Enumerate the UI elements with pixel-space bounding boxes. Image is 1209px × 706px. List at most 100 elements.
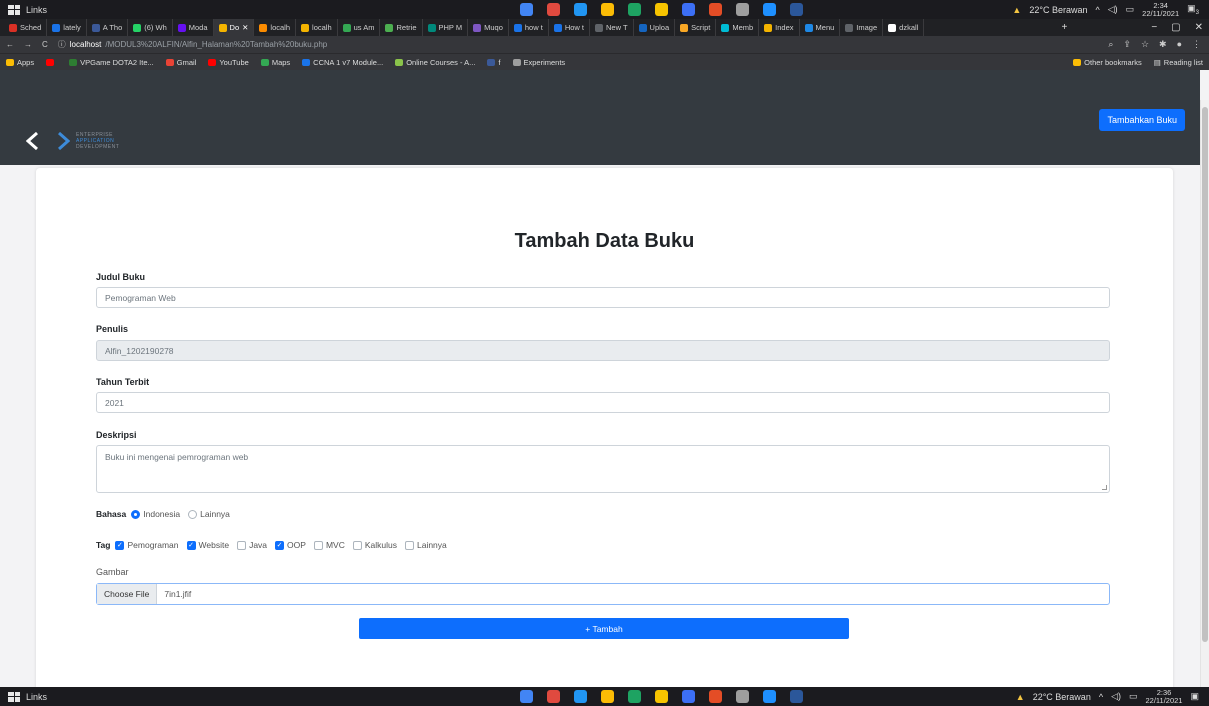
taskbar-app-icon[interactable]: [601, 3, 614, 16]
taskbar-app-icon[interactable]: [682, 3, 695, 16]
taskbar-app-icon[interactable]: [520, 3, 533, 16]
network-icon[interactable]: ▭: [1129, 691, 1138, 702]
bookmark-item[interactable]: VPGame DOTA2 Ite...: [69, 58, 154, 67]
weather-icon[interactable]: ▲: [1012, 5, 1021, 15]
checkbox[interactable]: ✓: [275, 540, 285, 550]
browser-tab[interactable]: Script: [675, 19, 717, 36]
zoom-icon[interactable]: ⌕: [1108, 39, 1113, 50]
choose-file-button[interactable]: Choose File: [97, 584, 158, 604]
back-icon[interactable]: ←: [6, 40, 14, 49]
forward-icon[interactable]: →: [24, 40, 32, 49]
tray-chevron-icon[interactable]: ^: [1095, 5, 1099, 15]
taskbar-app-icon[interactable]: [736, 3, 749, 16]
weather-text[interactable]: 22°C Berawan: [1029, 5, 1087, 15]
deskripsi-textarea[interactable]: Buku ini mengenai pemrograman web: [96, 445, 1110, 493]
reload-icon[interactable]: C: [42, 40, 48, 49]
taskbar-app-icon[interactable]: [547, 3, 560, 16]
browser-tab[interactable]: Menu: [800, 19, 841, 36]
bookmark-item[interactable]: Gmail: [165, 58, 196, 67]
page-scrollbar[interactable]: [1200, 100, 1209, 687]
radio-button[interactable]: [131, 509, 141, 519]
taskbar-links-label[interactable]: Links: [26, 5, 47, 15]
checkbox[interactable]: [313, 540, 323, 550]
profile-icon[interactable]: ●: [1177, 39, 1182, 50]
taskbar-app-icon[interactable]: [790, 3, 803, 16]
weather-icon[interactable]: ▲: [1016, 692, 1025, 702]
minimize-button[interactable]: −: [1151, 22, 1157, 33]
taskbar-app-icon[interactable]: [763, 3, 776, 16]
tag-option[interactable]: Lainnya: [404, 540, 447, 550]
tag-option[interactable]: Java: [237, 540, 267, 550]
notification-icon[interactable]: ▣3: [1187, 3, 1199, 16]
bahasa-option[interactable]: Indonesia: [131, 509, 180, 519]
bookmark-item[interactable]: CCNA 1 v7 Module...: [302, 58, 383, 67]
bookmark-item[interactable]: Apps: [6, 58, 34, 67]
windows-start-icon[interactable]: [8, 4, 20, 15]
browser-tab[interactable]: dzkall: [883, 19, 925, 36]
maximize-button[interactable]: ▢: [1171, 22, 1180, 33]
browser-tab[interactable]: Moda: [173, 19, 214, 36]
browser-tab[interactable]: Retrie: [380, 19, 423, 36]
tab-close-icon[interactable]: ✕: [242, 23, 248, 32]
taskbar-app-icon[interactable]: [547, 690, 560, 703]
tag-option[interactable]: ✓ Website: [186, 540, 229, 550]
bookmark-item[interactable]: Experiments: [512, 58, 565, 67]
new-tab-button[interactable]: +: [1061, 22, 1067, 33]
browser-tab[interactable]: A Tho: [87, 19, 129, 36]
taskbar-app-icon[interactable]: [601, 690, 614, 703]
browser-tab[interactable]: us Am: [338, 19, 381, 36]
checkbox[interactable]: ✓: [186, 540, 196, 550]
network-icon[interactable]: ▭: [1126, 4, 1135, 15]
tag-option[interactable]: ✓ OOP: [275, 540, 306, 550]
clock[interactable]: 2:36 22/11/2021: [1146, 688, 1183, 705]
checkbox[interactable]: ✓: [115, 540, 125, 550]
taskbar-app-icon[interactable]: [763, 690, 776, 703]
url-field[interactable]: ⓘ localhost/MODUL3%20ALFIN/Alfin_Halaman…: [58, 39, 327, 50]
taskbar-app-icon[interactable]: [682, 690, 695, 703]
resize-handle-icon[interactable]: [1102, 485, 1107, 490]
other-bookmarks[interactable]: Other bookmarks: [1073, 58, 1142, 67]
tambahkan-buku-button[interactable]: Tambahkan Buku: [1099, 109, 1185, 131]
volume-icon[interactable]: ◁): [1108, 4, 1118, 15]
bookmark-item[interactable]: f: [487, 58, 501, 67]
taskbar-app-icon[interactable]: [709, 3, 722, 16]
browser-tab[interactable]: how t: [509, 19, 549, 36]
browser-tab[interactable]: Memb: [716, 19, 760, 36]
browser-tab[interactable]: (6) Wh: [128, 19, 173, 36]
share-icon[interactable]: ⇪: [1123, 39, 1131, 50]
taskbar-app-icon[interactable]: [709, 690, 722, 703]
browser-tab[interactable]: PHP M: [423, 19, 469, 36]
bahasa-option[interactable]: Lainnya: [188, 509, 230, 519]
bookmark-item[interactable]: YouTube: [208, 58, 249, 67]
browser-tab[interactable]: lately: [47, 19, 87, 36]
taskbar-app-icon[interactable]: [628, 3, 641, 16]
checkbox[interactable]: [404, 540, 414, 550]
taskbar-app-icon[interactable]: [574, 690, 587, 703]
taskbar-app-icon[interactable]: [790, 690, 803, 703]
tahun-input[interactable]: 2021: [96, 392, 1110, 413]
taskbar-app-icon[interactable]: [628, 690, 641, 703]
close-window-button[interactable]: ✕: [1195, 22, 1203, 33]
gambar-file-input[interactable]: Choose File 7in1.jfif: [96, 583, 1110, 605]
notification-icon[interactable]: ▣: [1190, 691, 1199, 702]
tag-option[interactable]: Kalkulus: [352, 540, 397, 550]
clock[interactable]: 2:34 22/11/2021: [1142, 1, 1179, 18]
scrollbar-thumb[interactable]: [1202, 107, 1208, 642]
bookmark-item[interactable]: Maps: [260, 58, 290, 67]
browser-tab[interactable]: localh: [296, 19, 338, 36]
reading-list[interactable]: ▤ Reading list: [1154, 58, 1203, 67]
browser-tab[interactable]: New T: [590, 19, 634, 36]
tag-option[interactable]: ✓ Pemograman: [115, 540, 179, 550]
radio-button[interactable]: [188, 509, 198, 519]
browser-tab[interactable]: Sched: [4, 19, 48, 36]
tambah-submit-button[interactable]: + Tambah: [359, 618, 849, 639]
bookmark-star-icon[interactable]: ☆: [1141, 39, 1149, 50]
taskbar-app-icon[interactable]: [736, 690, 749, 703]
weather-text[interactable]: 22°C Berawan: [1033, 692, 1091, 702]
volume-icon[interactable]: ◁): [1111, 691, 1121, 702]
judul-input[interactable]: Pemograman Web: [96, 287, 1110, 308]
taskbar-links-label[interactable]: Links: [26, 692, 47, 702]
tag-option[interactable]: MVC: [313, 540, 345, 550]
windows-start-icon[interactable]: [8, 691, 20, 702]
taskbar-app-icon[interactable]: [655, 690, 668, 703]
